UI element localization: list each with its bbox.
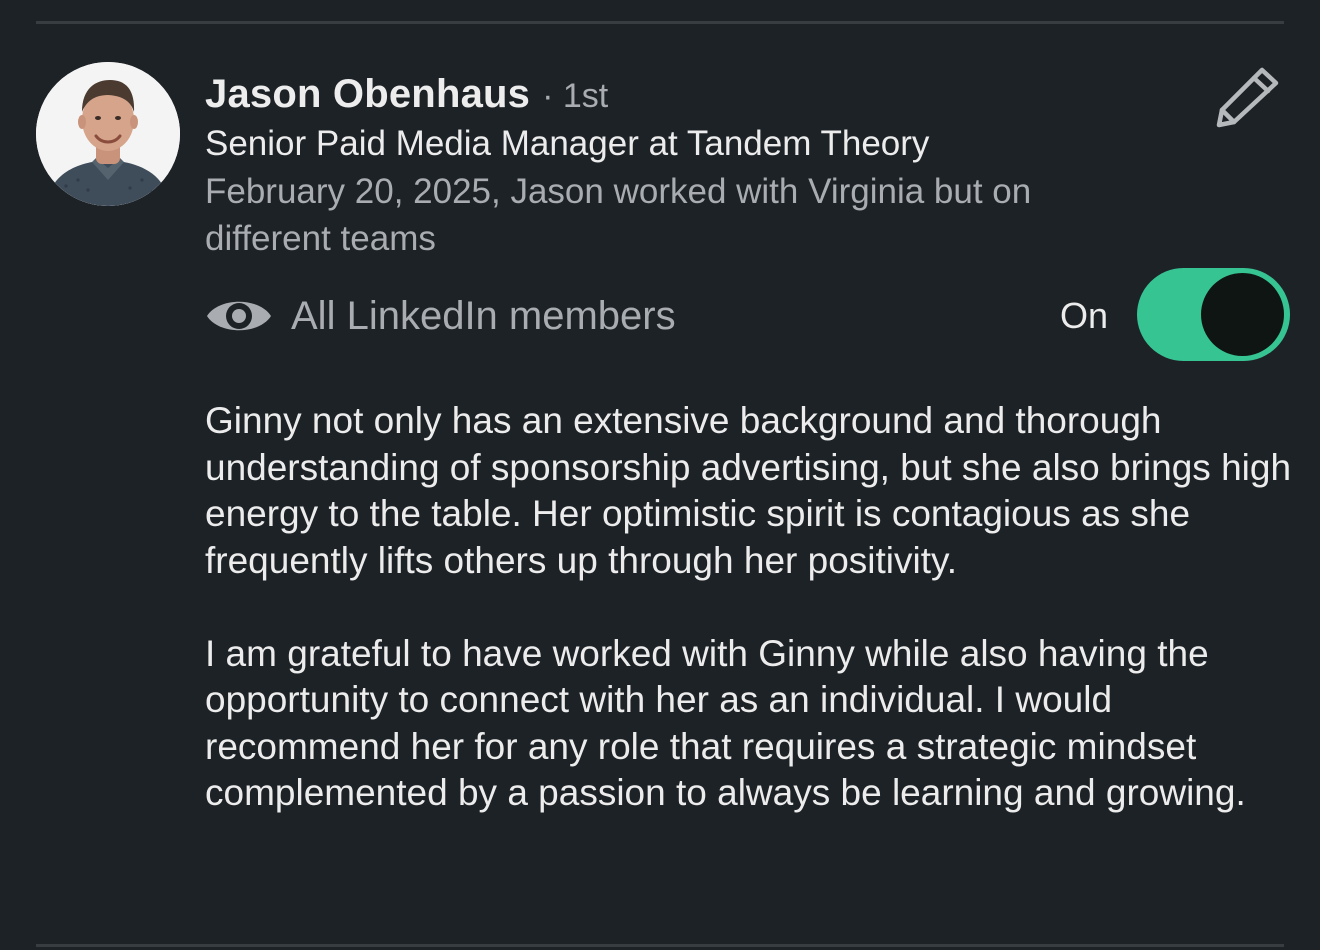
visibility-label: All LinkedIn members xyxy=(291,293,676,338)
profile-photo xyxy=(36,62,180,206)
recommendation-text: Ginny not only has an extensive backgrou… xyxy=(205,398,1295,817)
name-row: Jason Obenhaus · 1st xyxy=(205,72,1185,118)
top-divider xyxy=(36,21,1284,24)
edit-button[interactable] xyxy=(1212,64,1282,130)
toggle-state-label: On xyxy=(1060,295,1109,336)
recommender-headline: Senior Paid Media Manager at Tandem Theo… xyxy=(205,124,930,163)
visibility-toggle[interactable] xyxy=(1137,268,1290,361)
recommendation-paragraph: Ginny not only has an extensive backgrou… xyxy=(205,400,1292,581)
recommendation-meta: February 20, 2025, Jason worked with Vir… xyxy=(205,172,1032,258)
pencil-icon xyxy=(1216,67,1279,128)
bottom-divider xyxy=(36,944,1284,947)
recommender-header: Jason Obenhaus · 1st Senior Paid Media M… xyxy=(205,72,1185,262)
recommendation-paragraph: I am grateful to have worked with Ginny … xyxy=(205,632,1246,814)
recommender-name[interactable]: Jason Obenhaus xyxy=(205,72,530,117)
toggle-knob xyxy=(1201,273,1284,356)
visibility-setting: All LinkedIn members xyxy=(205,290,676,342)
eye-icon xyxy=(207,301,271,331)
avatar[interactable] xyxy=(36,62,180,206)
connection-degree: · 1st xyxy=(542,77,609,115)
